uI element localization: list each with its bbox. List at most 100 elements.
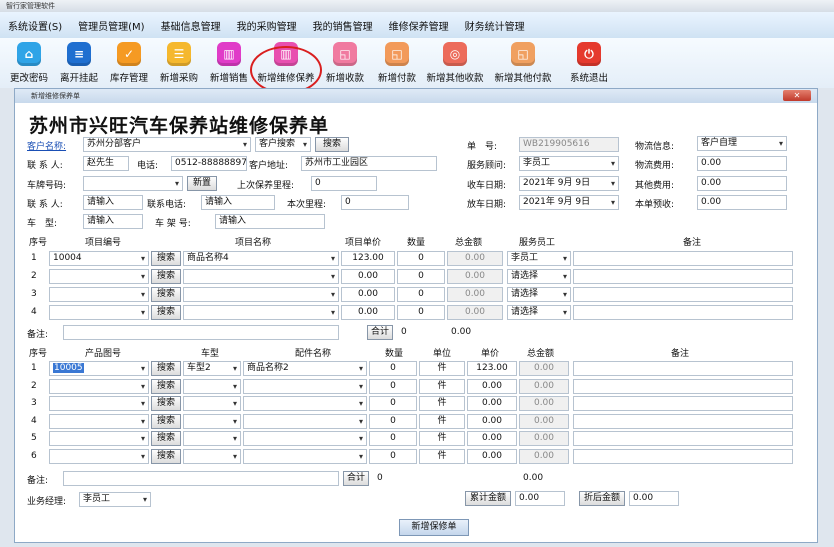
parts-search-button[interactable]: 搜索 (151, 431, 181, 446)
cumulative-amount-button[interactable]: 累计金额 (465, 491, 511, 506)
other-fee-field[interactable]: 0.00 (697, 176, 787, 191)
svc-search-button[interactable]: 搜索 (151, 287, 181, 302)
parts-search-button[interactable]: 搜索 (151, 413, 181, 429)
parts-search-button[interactable]: 搜索 (151, 378, 181, 394)
svc-remark-cell[interactable] (573, 287, 793, 302)
toolbar-button-6[interactable]: ◱ 新增收款 (322, 42, 368, 88)
svc-staff-select[interactable]: 请选择 (507, 305, 571, 320)
close-button[interactable]: ✕ (783, 90, 811, 101)
parts-unit-field[interactable]: 件 (419, 413, 465, 429)
svc-code-select[interactable]: 10004 (49, 251, 149, 266)
parts-car-select[interactable]: 车型2 (183, 361, 241, 376)
parts-name-select[interactable]: 商品名称2 (243, 361, 367, 376)
parts-unit-field[interactable]: 件 (419, 361, 465, 376)
parts-price-field[interactable]: 0.00 (467, 431, 517, 446)
phone-field[interactable]: 0512-88888897 (171, 156, 247, 171)
parts-unit-field[interactable]: 件 (419, 396, 465, 411)
parts-car-select[interactable] (183, 396, 241, 411)
contact-phone-field[interactable]: 请输入 (201, 195, 275, 210)
parts-search-button[interactable]: 搜索 (151, 396, 181, 411)
customer-select[interactable]: 苏州分部客户 (83, 137, 251, 152)
search-mode-select[interactable]: 客户搜索 (255, 137, 311, 152)
svc-name-select[interactable]: 商品名称4 (183, 251, 339, 266)
svc-remark-cell[interactable] (573, 305, 793, 320)
parts-name-select[interactable] (243, 413, 367, 429)
svc-search-button[interactable]: 搜索 (151, 269, 181, 284)
parts-code-select[interactable]: 10005 (49, 361, 149, 376)
logistics-fee-field[interactable]: 0.00 (697, 156, 787, 171)
parts-car-select[interactable] (183, 448, 241, 464)
svc-code-select[interactable] (49, 287, 149, 302)
svc-staff-select[interactable]: 请选择 (507, 269, 571, 284)
toolbar-button-3[interactable]: ☰ 新增采购 (156, 42, 202, 88)
parts-qty-field[interactable]: 0 (369, 361, 417, 376)
parts-qty-field[interactable]: 0 (369, 378, 417, 394)
parts-name-select[interactable] (243, 448, 367, 464)
contact2-field[interactable]: 请输入 (83, 195, 143, 210)
menu-finance[interactable]: 财务统计管理 (465, 18, 525, 33)
toolbar-button-5[interactable]: ▥ 新增维修保养 (254, 42, 318, 88)
manager-select[interactable]: 李员工 (79, 492, 151, 507)
release-date-picker[interactable]: 2021年 9月 9日 (519, 195, 619, 210)
parts-code-select[interactable] (49, 448, 149, 464)
svc-search-button[interactable]: 搜索 (151, 305, 181, 320)
customer-name-link[interactable]: 客户名称: (27, 139, 66, 152)
menu-system[interactable]: 系统设置(S) (8, 18, 62, 33)
toolbar-button-7[interactable]: ◱ 新增付款 (374, 42, 420, 88)
toolbar-button-9[interactable]: ◱ 新增其他付款 (492, 42, 554, 88)
parts-remark-cell[interactable] (573, 378, 793, 394)
toolbar-button-10[interactable]: ⏻ 系统退出 (566, 42, 612, 88)
parts-qty-field[interactable]: 0 (369, 431, 417, 446)
parts-qty-field[interactable]: 0 (369, 396, 417, 411)
parts-unit-field[interactable]: 件 (419, 448, 465, 464)
parts-code-select[interactable] (49, 378, 149, 394)
toolbar-button-8[interactable]: ◎ 新增其他收款 (424, 42, 486, 88)
discount-amount-button[interactable]: 折后金额 (579, 491, 625, 506)
logistics-select[interactable]: 客户自理 (697, 136, 787, 151)
submit-repair-order-button[interactable]: 新增保修单 (399, 519, 469, 536)
parts-name-select[interactable] (243, 396, 367, 411)
discount-amount-field[interactable]: 0.00 (629, 491, 679, 506)
new-plate-button[interactable]: 新置 (187, 176, 217, 191)
parts-remark-cell[interactable] (573, 361, 793, 376)
contact-field[interactable]: 赵先生 (83, 156, 129, 171)
menu-repair[interactable]: 维修保养管理 (389, 18, 449, 33)
vin-field[interactable]: 请输入 (215, 214, 325, 229)
parts-name-select[interactable] (243, 431, 367, 446)
svc-code-select[interactable] (49, 305, 149, 320)
parts-qty-field[interactable]: 0 (369, 413, 417, 429)
svc-remark-cell[interactable] (573, 251, 793, 266)
parts-qty-field[interactable]: 0 (369, 448, 417, 464)
svc-qty-field[interactable]: 0 (397, 287, 445, 302)
prepay-field[interactable]: 0.00 (697, 195, 787, 210)
svc-price-field[interactable]: 123.00 (341, 251, 395, 266)
parts-remark-cell[interactable] (573, 396, 793, 411)
menu-purchase[interactable]: 我的采购管理 (237, 18, 297, 33)
svc-name-select[interactable] (183, 305, 339, 320)
svc-qty-field[interactable]: 0 (397, 305, 445, 320)
plate-select[interactable] (83, 176, 183, 191)
svc-name-select[interactable] (183, 287, 339, 302)
svc-search-button[interactable]: 搜索 (151, 251, 181, 266)
svc-price-field[interactable]: 0.00 (341, 305, 395, 320)
parts-remark-field[interactable] (63, 471, 339, 486)
parts-price-field[interactable]: 0.00 (467, 413, 517, 429)
svc-qty-field[interactable]: 0 (397, 251, 445, 266)
menu-sales[interactable]: 我的销售管理 (313, 18, 373, 33)
advisor-select[interactable]: 李员工 (519, 156, 619, 171)
parts-price-field[interactable]: 0.00 (467, 378, 517, 394)
svc-code-select[interactable] (49, 269, 149, 284)
svc-staff-select[interactable]: 请选择 (507, 287, 571, 302)
svc-price-field[interactable]: 0.00 (341, 287, 395, 302)
parts-sum-button[interactable]: 合计 (343, 471, 369, 486)
svc-price-field[interactable]: 0.00 (341, 269, 395, 284)
menu-admin[interactable]: 管理员管理(M) (78, 18, 144, 33)
parts-search-button[interactable]: 搜索 (151, 448, 181, 464)
svc-staff-select[interactable]: 李员工 (507, 251, 571, 266)
menu-basic-info[interactable]: 基础信息管理 (161, 18, 221, 33)
svc-remark-cell[interactable] (573, 269, 793, 284)
last-mileage-field[interactable]: 0 (311, 176, 377, 191)
toolbar-button-2[interactable]: ✓ 库存管理 (106, 42, 152, 88)
address-field[interactable]: 苏州市工业园区 (301, 156, 437, 171)
parts-price-field[interactable]: 123.00 (467, 361, 517, 376)
